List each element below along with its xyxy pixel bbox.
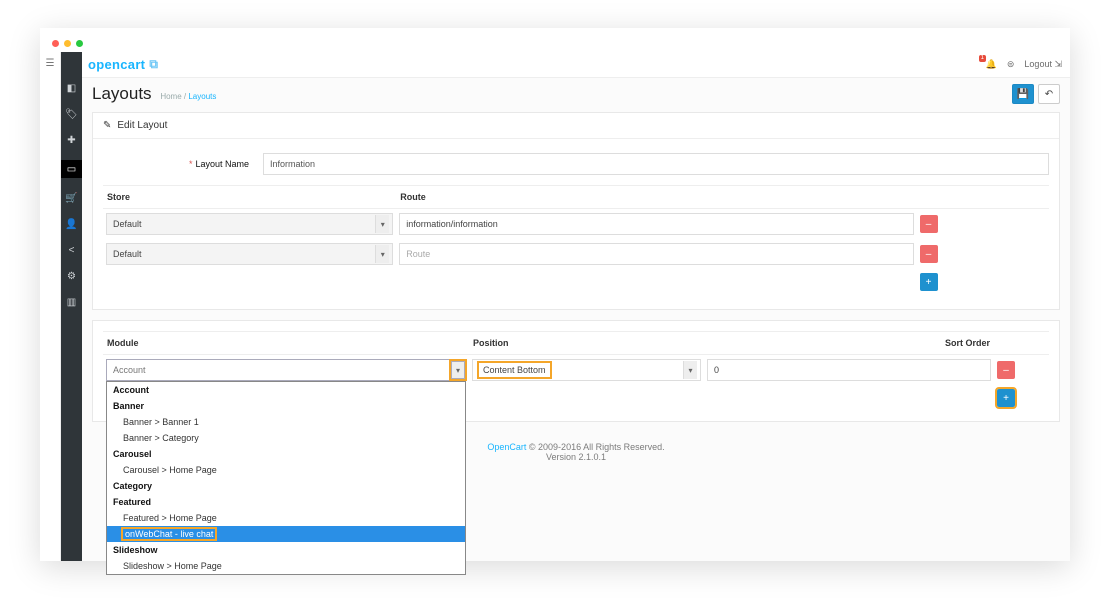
dashboard-icon[interactable]: ◧: [66, 82, 78, 94]
mac-window-controls: [52, 40, 83, 47]
edit-layout-panel: ✎ Edit Layout *Layout Name: [92, 112, 1060, 310]
list-item[interactable]: Banner > Banner 1: [107, 414, 465, 430]
position-value: Content Bottom: [479, 363, 550, 377]
list-item[interactable]: Carousel: [107, 446, 465, 462]
route-input[interactable]: Route: [399, 243, 913, 265]
chevron-down-icon: ▾: [375, 245, 389, 263]
pencil-icon: ✎: [103, 120, 111, 131]
breadcrumb-current[interactable]: Layouts: [188, 92, 216, 101]
user-icon[interactable]: 👤: [66, 218, 78, 230]
puzzle-icon[interactable]: ✚: [66, 134, 78, 146]
logout-link[interactable]: Logout ⇲: [1024, 59, 1062, 70]
module-panel: Module Position Sort Order Account: [92, 320, 1060, 422]
list-item[interactable]: Carousel > Home Page: [107, 462, 465, 478]
col-sort: Sort Order: [704, 332, 994, 355]
sort-order-input[interactable]: 0: [707, 359, 991, 381]
chevron-down-icon: ▾: [683, 361, 697, 379]
table-row: Default▾ information/information –: [103, 209, 1049, 240]
topbar: opencart⧉ 🔔1 ⊜ Logout ⇲: [82, 52, 1070, 78]
table-row: Account ▾ Account Banner Banner > Banner…: [103, 355, 1049, 386]
remove-module-button[interactable]: –: [997, 361, 1015, 379]
share-icon[interactable]: <: [66, 244, 78, 256]
chart-icon[interactable]: ▥: [66, 296, 78, 308]
col-position: Position: [469, 332, 704, 355]
chevron-down-icon[interactable]: ▾: [451, 361, 465, 379]
page-title: Layouts: [92, 84, 152, 103]
remove-row-button[interactable]: –: [920, 245, 938, 263]
store-select[interactable]: Default▾: [106, 213, 393, 235]
col-store: Store: [103, 186, 396, 209]
cart-glyph-icon: ⧉: [149, 57, 158, 72]
module-dropdown: Account Banner Banner > Banner 1 Banner …: [106, 381, 466, 575]
list-item[interactable]: Featured: [107, 494, 465, 510]
list-item[interactable]: Featured > Home Page: [107, 510, 465, 526]
panel-heading: ✎ Edit Layout: [93, 113, 1059, 139]
gear-icon[interactable]: ⚙: [66, 270, 78, 282]
add-row-button[interactable]: +: [920, 273, 938, 291]
globe-icon[interactable]: ⊜: [1007, 59, 1015, 70]
store-select[interactable]: Default▾: [106, 243, 393, 265]
module-table: Module Position Sort Order Account: [103, 331, 1049, 411]
admin-sidebar: ◧ 🏷 ✚ ▭ 🛒 👤 < ⚙ ▥: [61, 52, 82, 561]
list-item[interactable]: Category: [107, 478, 465, 494]
notifications-icon[interactable]: 🔔1: [986, 59, 997, 70]
list-item-selected[interactable]: onWebChat - live chat: [107, 526, 465, 542]
list-item[interactable]: Account: [107, 382, 465, 398]
layout-name-input[interactable]: [263, 153, 1049, 175]
route-input[interactable]: information/information: [399, 213, 913, 235]
col-module: Module: [103, 332, 469, 355]
list-item[interactable]: Banner: [107, 398, 465, 414]
back-button[interactable]: ↶: [1038, 84, 1060, 104]
layout-name-label: *Layout Name: [103, 159, 263, 169]
list-item[interactable]: Slideshow > Home Page: [107, 558, 465, 574]
store-route-table: Store Route Default▾: [103, 185, 1049, 295]
table-row: Default▾ Route –: [103, 239, 1049, 269]
cart-icon[interactable]: 🛒: [66, 192, 78, 204]
col-route: Route: [396, 186, 916, 209]
tag-icon[interactable]: 🏷: [66, 108, 78, 120]
breadcrumb: Home / Layouts: [160, 92, 216, 101]
module-select[interactable]: Account ▾: [106, 359, 466, 381]
collapse-sidebar-toggle[interactable]: ☰: [40, 52, 61, 561]
design-icon[interactable]: ▭: [61, 160, 82, 178]
list-item[interactable]: Banner > Category: [107, 430, 465, 446]
remove-row-button[interactable]: –: [920, 215, 938, 233]
footer-link[interactable]: OpenCart: [487, 442, 526, 452]
position-select[interactable]: Content Bottom ▾: [472, 359, 701, 381]
add-module-button[interactable]: +: [997, 389, 1015, 407]
brand-logo[interactable]: opencart⧉: [88, 57, 158, 72]
notification-badge: 1: [979, 55, 986, 62]
chevron-down-icon: ▾: [375, 215, 389, 233]
breadcrumb-home[interactable]: Home: [160, 92, 181, 101]
save-button[interactable]: 💾: [1012, 84, 1034, 104]
list-item[interactable]: Slideshow: [107, 542, 465, 558]
